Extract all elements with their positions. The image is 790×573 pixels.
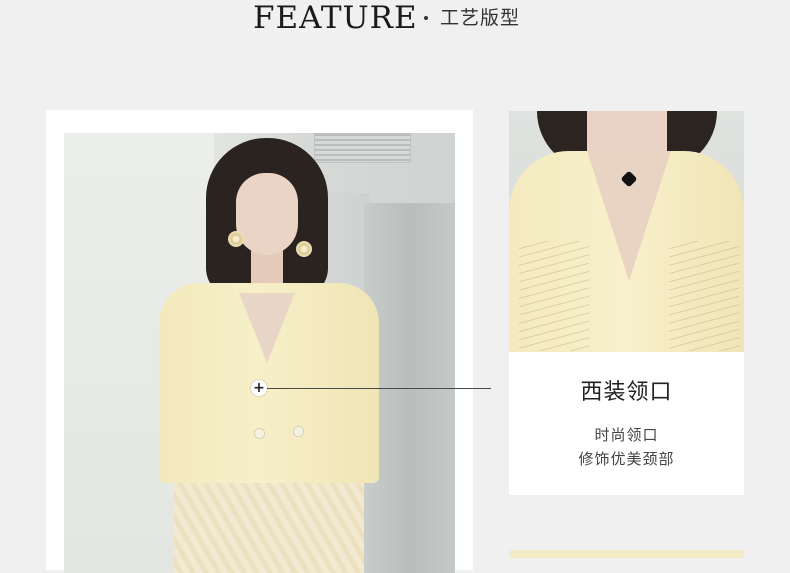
model-face (236, 173, 298, 255)
collar-info-card: 西装领口 时尚领口 修饰优美颈部 (509, 352, 744, 495)
photo-vent (314, 133, 411, 163)
info-desc-line: 时尚领口 (594, 426, 659, 444)
feature-header: FEATURE 工艺版型 (0, 0, 790, 40)
info-title: 西装领口 (580, 380, 673, 405)
feature-title: FEATURE (253, 0, 418, 36)
detail-pleats (669, 241, 739, 351)
jacket-button (254, 428, 265, 439)
jacket-lapel (239, 293, 295, 363)
model-photo (64, 133, 455, 573)
next-photo-edge (509, 550, 744, 558)
collar-detail-photo (509, 111, 744, 352)
info-desc-line: 修饰优美颈部 (578, 450, 675, 468)
model-skirt (174, 478, 364, 573)
earring-right (296, 241, 312, 257)
jacket-button (293, 426, 304, 437)
detail-hotspot[interactable]: + (251, 380, 267, 396)
plus-icon: + (253, 380, 265, 396)
info-description: 时尚领口 修饰优美颈部 (509, 423, 744, 471)
callout-line (267, 388, 491, 389)
feature-subtitle: 工艺版型 (440, 7, 521, 29)
detail-pleats (519, 241, 589, 351)
separator-dot (424, 16, 428, 20)
earring-left (228, 231, 244, 247)
